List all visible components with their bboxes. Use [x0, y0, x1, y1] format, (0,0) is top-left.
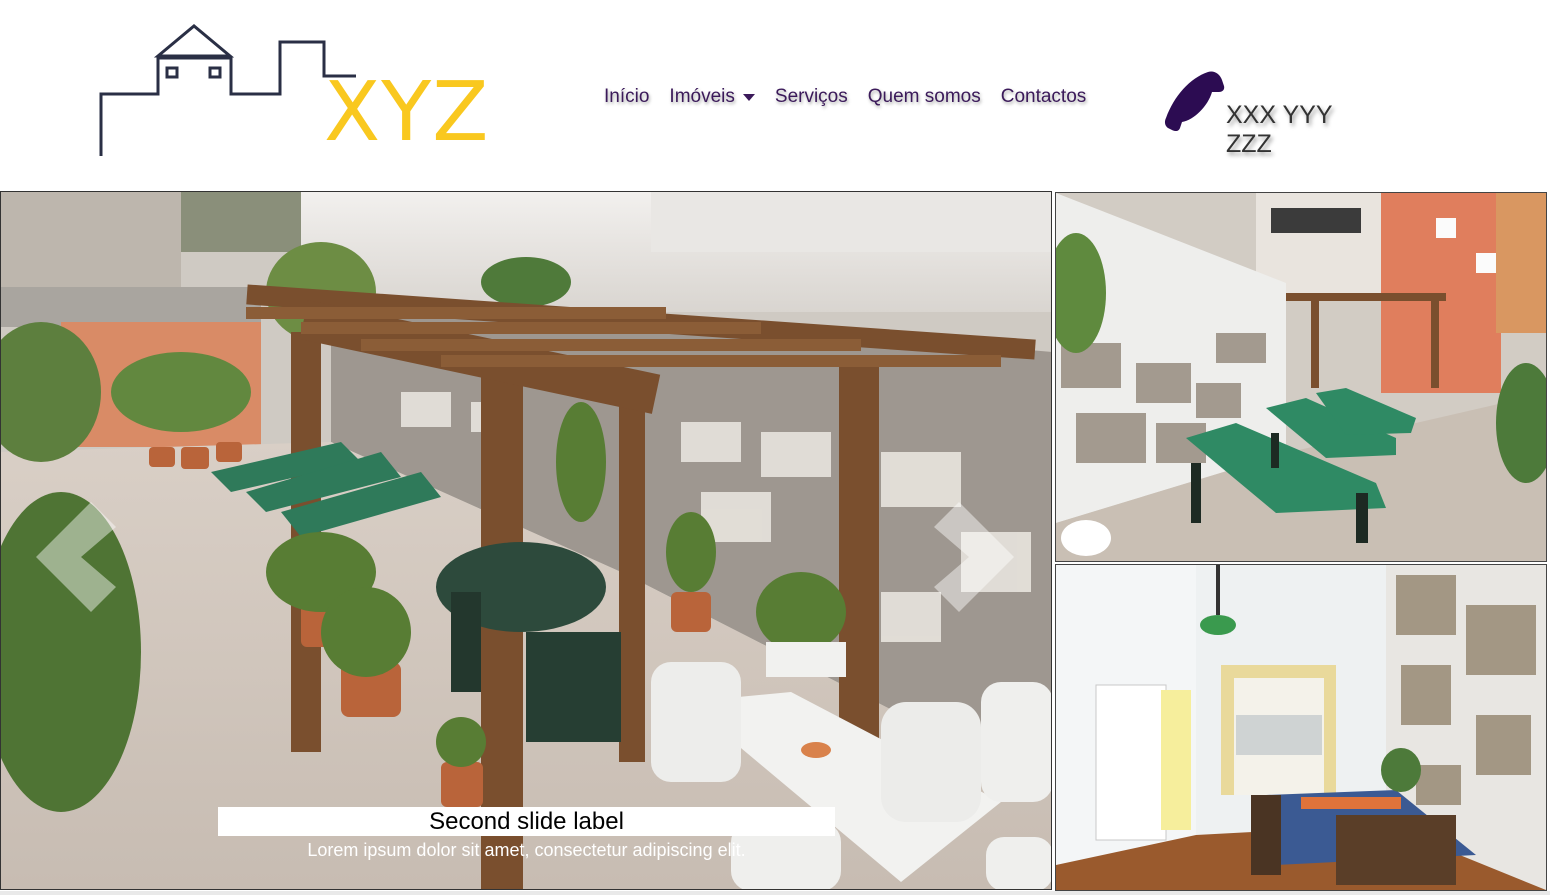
carousel-caption-title: Second slide label: [218, 807, 835, 836]
nav-servicos-label: Serviços: [774, 86, 848, 107]
carousel-next-chevron-right-icon[interactable]: [929, 492, 1019, 622]
caret-down-icon: [742, 93, 755, 101]
hero-carousel[interactable]: Second slide label Lorem ipsum dolor sit…: [0, 191, 1052, 890]
nav-imoveis-label: Imóveis: [669, 86, 735, 107]
site-logo[interactable]: XYZ: [96, 20, 506, 160]
carousel-prev-chevron-left-icon[interactable]: [31, 492, 121, 622]
phone-number: XXX YYY ZZZ: [1226, 101, 1333, 158]
carousel-caption-text: Lorem ipsum dolor sit amet, consectetur …: [307, 840, 746, 860]
nav-inicio-label: Início: [604, 86, 650, 107]
footer-divider: [0, 891, 1550, 895]
logo-text: XYZ: [324, 65, 490, 160]
dining-room-photo-image: [1056, 565, 1546, 890]
carousel-slide-image: [1, 192, 1051, 889]
nav-servicos[interactable]: Serviços: [765, 84, 858, 110]
terrace-photo-image: [1056, 193, 1546, 561]
nav-contactos[interactable]: Contactos: [991, 84, 1097, 110]
nav-contactos-label: Contactos: [1000, 86, 1087, 107]
main-nav: Início Imóveis Serviços Quem somos Conta…: [594, 84, 1096, 110]
phone-icon: [1164, 71, 1225, 132]
nav-inicio[interactable]: Início: [594, 84, 659, 110]
nav-quem-somos[interactable]: Quem somos: [858, 84, 991, 110]
phone-contact[interactable]: XXX YYY ZZZ: [1164, 70, 1384, 158]
gallery-photo-terrace[interactable]: [1055, 192, 1547, 562]
nav-imoveis-dropdown[interactable]: Imóveis: [659, 84, 764, 110]
nav-quem-somos-label: Quem somos: [867, 86, 981, 107]
gallery-photo-dining-room[interactable]: [1055, 564, 1547, 891]
site-header: XYZ Início Imóveis Serviços Quem somos C…: [0, 0, 1550, 190]
